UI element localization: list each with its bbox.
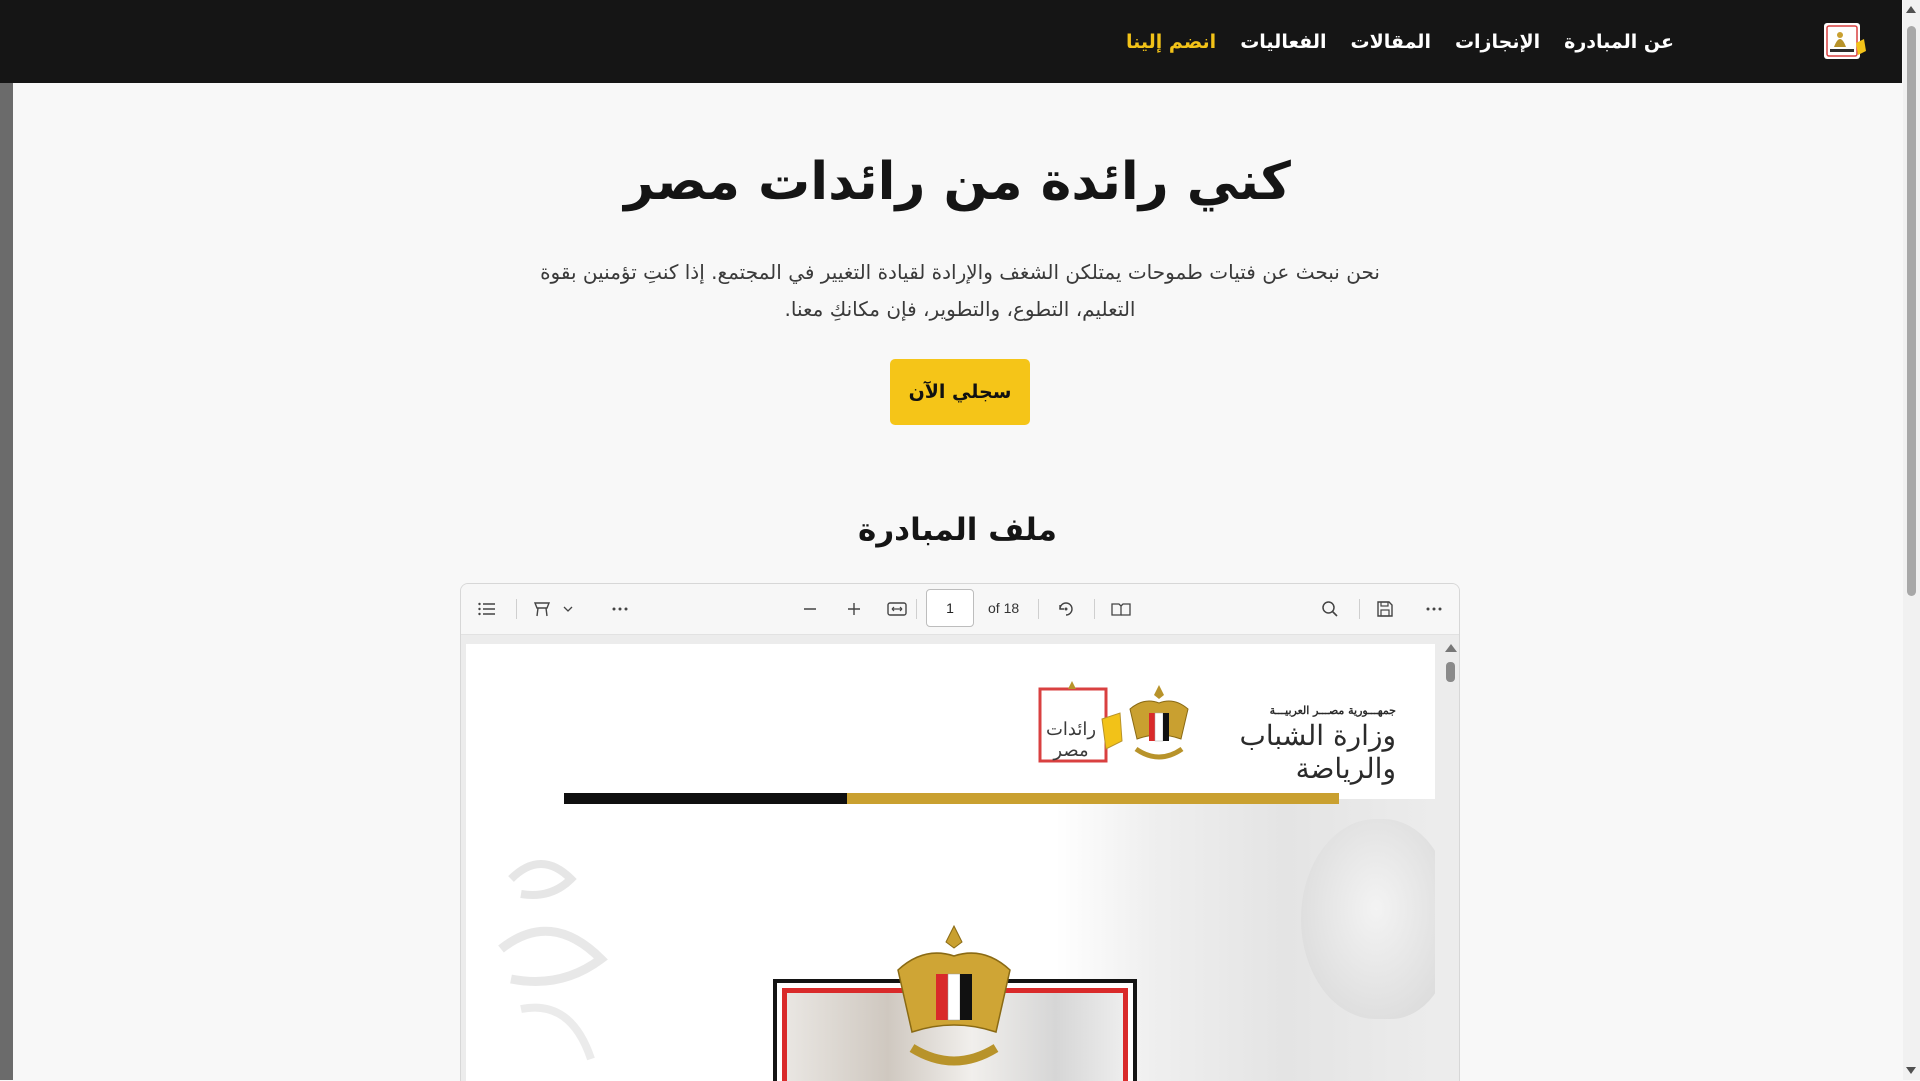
pdf-scrollbar[interactable] — [1441, 639, 1459, 1081]
pdf-toolbar: of 18 — [461, 584, 1459, 635]
page-view-icon[interactable] — [1109, 597, 1133, 621]
ministry-heading: جمهـــورية مصـــر العربيـــة وزارة الشبا… — [1196, 704, 1397, 785]
nav-links: عن المبادرة الإنجازات المقالات الفعاليات… — [1126, 0, 1674, 83]
site-logo[interactable] — [1820, 17, 1868, 65]
top-navbar: عن المبادرة الإنجازات المقالات الفعاليات… — [0, 0, 1902, 83]
more-options-icon[interactable] — [608, 597, 632, 621]
chevron-down-icon[interactable] — [560, 597, 576, 621]
more-actions-icon[interactable] — [1422, 597, 1446, 621]
fit-width-icon[interactable] — [885, 597, 909, 621]
pdf-scroll-thumb[interactable] — [1446, 662, 1455, 682]
header-stripe-black — [564, 793, 847, 804]
register-now-button[interactable]: سجلي الآن — [890, 359, 1030, 425]
toolbar-separator — [1359, 599, 1360, 619]
rotate-icon[interactable] — [1054, 597, 1078, 621]
calligraphy-watermark-icon — [498, 860, 608, 1061]
page-total: of 18 — [988, 600, 1020, 616]
page-scroll-up-icon[interactable] — [1906, 6, 1916, 13]
draw-icon[interactable] — [530, 597, 554, 621]
header-stripe-gold — [847, 793, 1339, 804]
page-scroll-thumb[interactable] — [1907, 26, 1916, 596]
toolbar-separator — [1094, 599, 1095, 619]
page-number-input[interactable] — [926, 589, 974, 627]
badge-text: رائدات مصر — [1045, 719, 1097, 761]
nav-link-join-us[interactable]: انضم إلينا — [1126, 31, 1216, 53]
scroll-up-arrow-icon[interactable] — [1445, 644, 1457, 652]
nav-link-events[interactable]: الفعاليات — [1240, 31, 1326, 53]
page-scrollbar[interactable] — [1903, 0, 1920, 1080]
pdf-viewer: of 18 جمهـــورية مصـــر العربيـــة — [460, 583, 1460, 1081]
save-icon[interactable] — [1373, 597, 1397, 621]
ministry-name-line: وزارة الشباب والرياضة — [1239, 719, 1397, 785]
pdf-page-1: جمهـــورية مصـــر العربيـــة وزارة الشبا… — [466, 644, 1435, 1081]
nav-link-about[interactable]: عن المبادرة — [1564, 31, 1674, 53]
toolbar-separator — [516, 599, 517, 619]
toolbar-separator — [916, 599, 917, 619]
nav-link-articles[interactable]: المقالات — [1351, 31, 1431, 53]
egypt-eagle-emblem-icon — [1129, 685, 1189, 760]
ministry-country-line: جمهـــورية مصـــر العربيـــة — [1269, 704, 1396, 717]
zoom-in-icon[interactable] — [842, 597, 866, 621]
zoom-out-icon[interactable] — [798, 597, 822, 621]
hero-description: نحن نبحث عن فتيات طموحات يمتلكن الشغف وا… — [540, 260, 1380, 321]
page-scroll-down-icon[interactable] — [1906, 1067, 1916, 1074]
toolbar-separator — [1038, 599, 1039, 619]
search-icon[interactable] — [1318, 597, 1342, 621]
egypt-eagle-large-icon — [897, 924, 1011, 1066]
hero-title: كني رائدة من رائدات مصر — [624, 152, 1291, 212]
contents-icon[interactable] — [475, 597, 499, 621]
initiative-file-title: ملف المبادرة — [858, 512, 1057, 548]
raedat-misr-logo-icon — [1824, 23, 1866, 59]
nav-link-achievements[interactable]: الإنجازات — [1455, 31, 1540, 53]
left-edge-bar — [0, 83, 13, 1080]
